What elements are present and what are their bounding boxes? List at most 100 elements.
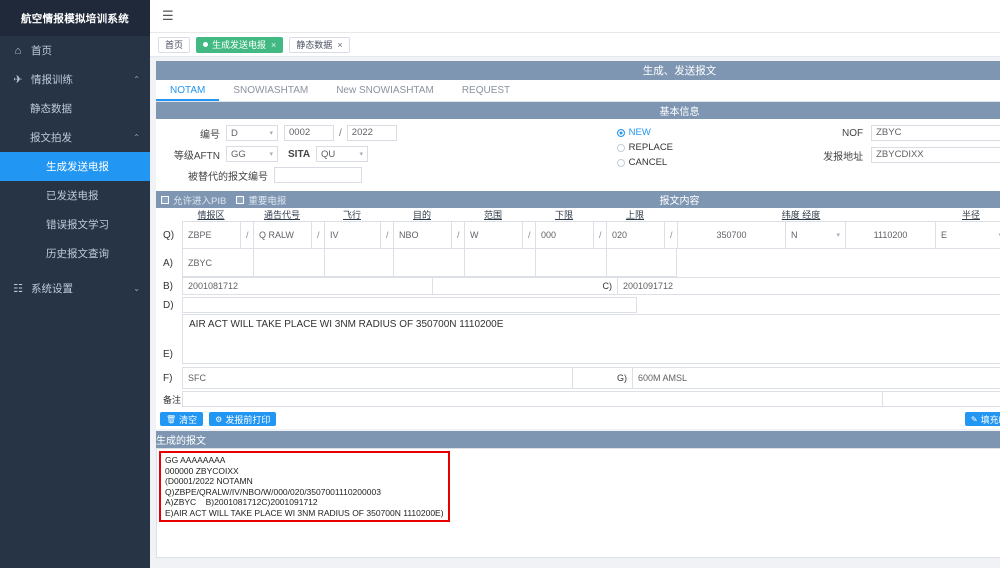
q-sep-2: / [311, 221, 324, 249]
fill-e-button[interactable]: ✎ 填充E项 [964, 412, 1000, 426]
basic-right-column: NOF ZBYC 发报地址 ZBYCDIXX [805, 124, 1000, 187]
sidebar-item-label-static-data: 静态数据 [30, 103, 72, 115]
remark-label: 备注 [163, 394, 182, 405]
sita-select[interactable]: QU ▾ [316, 146, 369, 162]
address-row: 发报地址 ZBYCDIXX [805, 146, 1000, 164]
q-latitude-dir-value: N [791, 230, 798, 240]
q-latitude-input[interactable]: 350700 [677, 221, 785, 249]
tab-request-label: REQUEST [461, 85, 511, 96]
sidebar-item-static-data[interactable]: 静态数据 [0, 94, 150, 123]
q-traffic-input[interactable]: IV [324, 221, 380, 249]
aftn-select[interactable]: GG ▾ [226, 146, 278, 162]
checkbox-allow-pib-box-icon [161, 195, 169, 204]
e-value-wrapper: AIR ACT WILL TAKE PLACE WI 3NM RADIUS OF… [182, 314, 1000, 364]
action-radio-group: NEW REPLACE CANCEL [616, 124, 805, 187]
radio-replace[interactable]: REPLACE [616, 140, 805, 155]
sidebar-item-sent-messages[interactable]: 已发送电报 [0, 181, 150, 210]
radio-cancel[interactable]: CANCEL [616, 155, 805, 170]
q-sep-3: / [380, 221, 393, 249]
basic-info-title: 基本信息 [659, 107, 700, 118]
chevron-down-icon-lat: ▾ [836, 232, 840, 239]
q-code-input[interactable]: Q RALW [253, 221, 311, 249]
q-scope-input[interactable]: W [464, 221, 522, 249]
g-value-input[interactable]: 600M AMSL [632, 367, 1000, 389]
header-code: 通告代号 [263, 210, 300, 220]
d-value-input[interactable] [182, 297, 637, 313]
sidebar-item-error-study[interactable]: 错误报文学习 [0, 210, 150, 239]
sita-label: SITA [288, 148, 311, 160]
a-cell-7[interactable] [606, 249, 677, 277]
remark-input[interactable] [182, 391, 882, 407]
print-button-label: 发报前打印 [225, 414, 271, 425]
content-checkbox-group: 允许进入PIB 重要电报 [161, 193, 286, 207]
q-longitude-input[interactable]: 1110200 [845, 221, 935, 249]
b-value-input[interactable]: 2001081712 [182, 277, 432, 295]
tab-static-data[interactable]: 静态数据 × [289, 36, 350, 53]
q-purpose-input[interactable]: NBO [393, 221, 451, 249]
remark-extra-cell[interactable] [882, 391, 1000, 407]
number-row: 编号 D ▾ 0002 / 2022 [164, 124, 617, 142]
f-value-input[interactable]: SFC [182, 367, 572, 389]
number-separator: / [339, 127, 342, 139]
close-icon-tab-static[interactable]: × [337, 40, 342, 50]
checkbox-important-box-icon [236, 195, 245, 204]
q-longitude-dir-select[interactable]: E ▾ [935, 221, 1000, 249]
close-icon-tab-generate[interactable]: × [271, 40, 276, 50]
header-scope: 范围 [483, 210, 502, 220]
a-cell-3[interactable] [324, 249, 393, 277]
tab-notam[interactable]: NOTAM [156, 80, 220, 101]
number-year-input[interactable]: 2022 [346, 125, 397, 141]
q-fir-input[interactable]: ZBPE [182, 221, 240, 249]
checkbox-allow-pib[interactable]: 允许进入PIB [161, 193, 226, 207]
number-series-select[interactable]: D ▾ [226, 125, 278, 141]
home-icon: ⌂ [14, 44, 22, 57]
a-cell-5[interactable] [464, 249, 535, 277]
q-latitude-dir-select[interactable]: N ▾ [785, 221, 845, 249]
tab-new-snowiashtam[interactable]: New SNOWIASHTAM [322, 80, 448, 101]
sidebar-item-settings[interactable]: ☷ 系统设置 ⌄ [0, 274, 150, 303]
a-cell-2[interactable] [253, 249, 324, 277]
nof-input[interactable]: ZBYC [871, 125, 1000, 141]
sidebar-item-training[interactable]: ✈ 情报训练 ⌃ [0, 65, 150, 94]
tab-new-snowiashtam-label: New SNOWIASHTAM [336, 85, 434, 96]
header-purpose: 目的 [412, 210, 431, 220]
sidebar-item-home[interactable]: ⌂ 首页 [0, 36, 150, 65]
sidebar-item-label-training: 情报训练 [31, 74, 73, 86]
sidebar-item-generate-send[interactable]: 生成发送电报 [0, 152, 150, 181]
tab-notam-label: NOTAM [170, 85, 206, 96]
checkbox-important[interactable]: 重要电报 [236, 193, 286, 207]
tab-request[interactable]: REQUEST [448, 80, 524, 101]
clear-button[interactable]: 🗑 清空 [160, 412, 204, 426]
address-input[interactable]: ZBYCDIXX [871, 147, 1000, 163]
c-value-input[interactable]: 2001091712 [617, 277, 1000, 295]
bc-line-row: B) 2001081712 C) 2001091712 EST RERM(UFN… [160, 277, 1000, 295]
print-button[interactable]: ⚙ 发报前打印 [209, 412, 277, 426]
q-lower-input[interactable]: 000 [535, 221, 593, 249]
generated-message-section-bar: 生成的报文 LOC [156, 431, 1000, 448]
address-label: 发报地址 [823, 151, 864, 163]
hamburger-icon[interactable]: ☰ [162, 8, 174, 24]
basic-info-form: 编号 D ▾ 0002 / 2022 等级AFTN GG ▾ SITA QU ▾… [156, 119, 1000, 191]
sidebar-item-label-generate-send: 生成发送电报 [46, 161, 109, 173]
q-upper-input[interactable]: 020 [606, 221, 664, 249]
tab-snowiashtam[interactable]: SNOWIASHTAM [219, 80, 322, 101]
f-line-label: F) [163, 372, 173, 384]
chevron-down-icon: ⌄ [133, 284, 140, 293]
replaced-number-input[interactable] [274, 167, 362, 183]
aftn-value: GG [231, 148, 246, 160]
sidebar-item-history-query[interactable]: 历史报文查询 [0, 239, 150, 268]
a-cell-4[interactable] [393, 249, 464, 277]
a-cell-6[interactable] [535, 249, 606, 277]
number-seq-input[interactable]: 0002 [284, 125, 334, 141]
q-line-headers: 情报区 通告代号 飞行 目的 范围 下限 上限 纬度 经度 半径 [160, 208, 1000, 221]
sidebar-item-message-dispatch[interactable]: 报文拍发 ⌃ [0, 123, 150, 152]
radio-new[interactable]: NEW [616, 125, 805, 140]
replaced-number-label: 被替代的报文编号 [188, 171, 268, 183]
tab-bar: 首页 生成发送电报 × 静态数据 × [150, 33, 1000, 57]
a-value-input[interactable]: ZBYC [182, 249, 253, 277]
chevron-up-icon: ⌃ [133, 75, 140, 84]
tab-generate-send[interactable]: 生成发送电报 × [196, 36, 284, 53]
tab-home[interactable]: 首页 [158, 36, 191, 53]
generated-message-area[interactable]: GG AAAAAAAA 000000 ZBYCOIXX (D0001/2022 … [156, 448, 1000, 558]
e-value-textarea[interactable]: AIR ACT WILL TAKE PLACE WI 3NM RADIUS OF… [182, 314, 1000, 364]
